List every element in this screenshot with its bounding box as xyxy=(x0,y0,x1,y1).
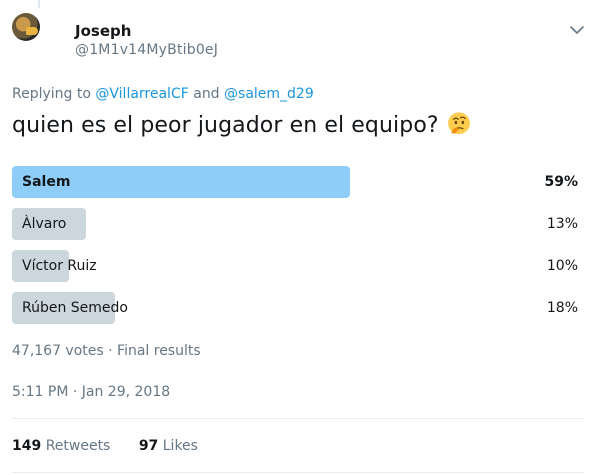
poll-option-salem: Salem 59% xyxy=(12,166,585,198)
poll-option-label: Víctor Ruiz xyxy=(22,258,97,274)
thread-line xyxy=(38,0,40,8)
poll-option-label: Àlvaro xyxy=(22,216,67,232)
poll-summary: 47,167 votes · Final results xyxy=(12,343,201,359)
mention-salem[interactable]: @salem_d29 xyxy=(224,86,314,102)
poll-option-alvaro: Àlvaro 13% xyxy=(12,208,585,240)
retweets-label: Retweets xyxy=(45,438,111,454)
tweet-timestamp[interactable]: 5:11 PM · Jan 29, 2018 xyxy=(12,384,170,400)
likes-label: Likes xyxy=(162,438,198,454)
poll-option-percent: 18% xyxy=(546,300,578,316)
likes-stat[interactable]: 97 Likes xyxy=(139,438,198,454)
author-handle[interactable]: @1M1v14MyBtib0eJ xyxy=(75,42,218,58)
poll-option-label: Salem xyxy=(22,174,71,190)
likes-count: 97 xyxy=(138,438,159,454)
divider xyxy=(12,418,585,419)
replying-connector: and xyxy=(193,86,220,102)
poll-option-victor-ruiz: Víctor Ruiz 10% xyxy=(12,250,585,282)
author-name[interactable]: Joseph xyxy=(75,22,131,40)
chevron-down-icon[interactable] xyxy=(569,24,585,36)
tweet-body: quien es el peor jugador en el equipo? xyxy=(12,113,439,138)
poll-option-percent: 59% xyxy=(544,174,578,190)
poll-option-label: Rúben Semedo xyxy=(22,300,128,316)
thinking-face-emoji xyxy=(447,112,470,135)
poll-option-percent: 13% xyxy=(546,216,578,232)
retweets-stat[interactable]: 149 Retweets xyxy=(12,438,110,454)
avatar-beak xyxy=(26,27,38,35)
poll-option-percent: 10% xyxy=(546,258,578,274)
tweet-text: quien es el peor jugador en el equipo? xyxy=(12,110,473,138)
mention-villarrealcf[interactable]: @VillarrealCF xyxy=(95,86,188,102)
divider xyxy=(12,472,585,473)
poll-option-ruben-semedo: Rúben Semedo 18% xyxy=(12,292,585,324)
replying-to: Replying to @VillarrealCF and @salem_d29 xyxy=(12,86,314,102)
replying-prefix: Replying to xyxy=(12,86,91,102)
retweets-count: 149 xyxy=(12,438,42,454)
tweet-stats: 149 Retweets 97 Likes xyxy=(12,438,222,454)
poll: Salem 59% Àlvaro 13% Víctor Ruiz 10% Rúb… xyxy=(12,166,585,334)
avatar[interactable] xyxy=(12,13,40,41)
